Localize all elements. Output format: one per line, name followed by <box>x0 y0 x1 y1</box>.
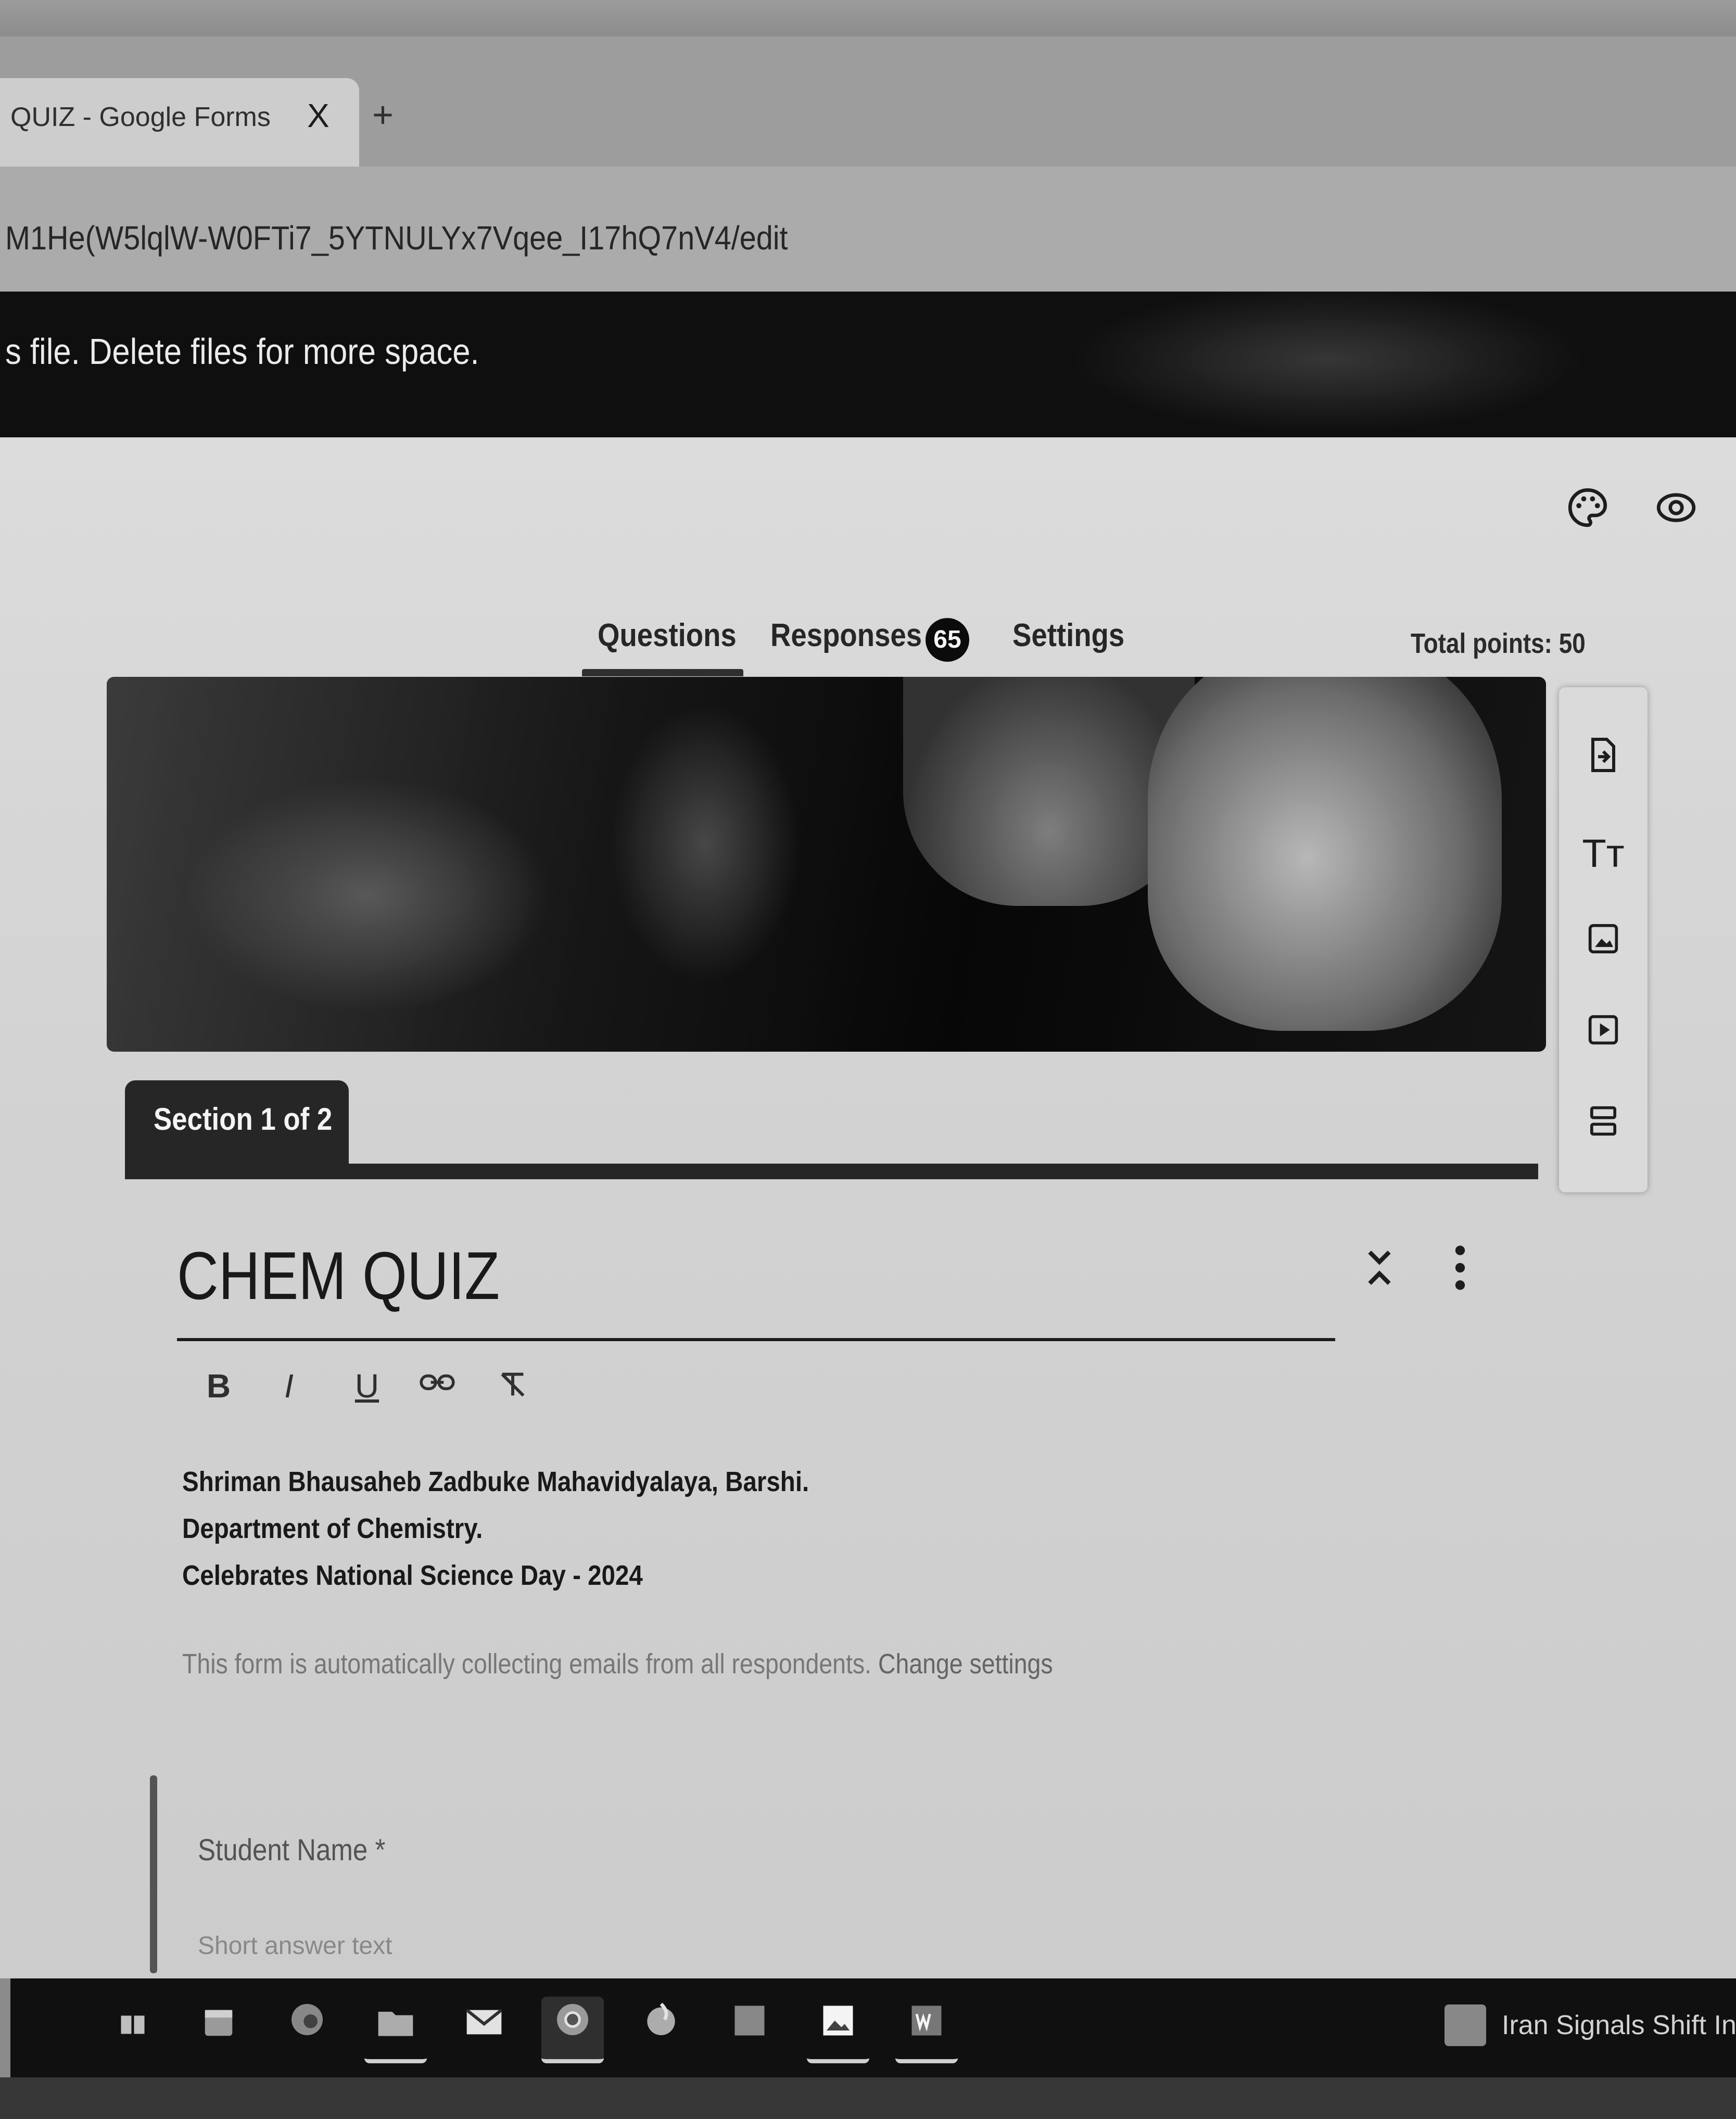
import-questions-icon[interactable] <box>1577 734 1629 786</box>
tab-close-icon[interactable]: X <box>307 96 330 135</box>
new-tab-button[interactable]: + <box>372 94 394 135</box>
form-header-image <box>107 677 1546 1052</box>
description-line-1: Shriman Bhausaheb Zadbuke Mahavidyalaya,… <box>182 1466 809 1497</box>
preview-eye-icon[interactable] <box>1653 484 1700 531</box>
email-collection-note: This form is automatically collecting em… <box>182 1648 1053 1680</box>
file-explorer-icon[interactable] <box>364 1997 427 2063</box>
add-video-icon[interactable] <box>1577 1010 1629 1062</box>
store-app-icon[interactable] <box>718 1997 781 2059</box>
tab-responses[interactable]: Responses <box>770 617 922 654</box>
flask-right-shape <box>1148 677 1502 1031</box>
firefox-browser-icon[interactable] <box>630 1997 692 2059</box>
add-image-icon[interactable] <box>1577 919 1629 971</box>
form-title[interactable]: CHEM QUIZ <box>177 1237 500 1315</box>
edge-browser-icon[interactable] <box>276 1997 338 2059</box>
total-points: Total points: 50 <box>1411 628 1586 659</box>
link-icon[interactable] <box>416 1367 458 1406</box>
short-answer-placeholder: Short answer text <box>198 1932 392 1960</box>
tab-settings[interactable]: Settings <box>1012 617 1124 654</box>
underline-button[interactable]: U <box>346 1367 388 1405</box>
photos-app-icon[interactable] <box>807 1997 869 2063</box>
news-widget-headline[interactable]: Iran Signals Shift In I <box>1502 2010 1736 2041</box>
palette-icon[interactable] <box>1564 484 1611 531</box>
tab-questions[interactable]: Questions <box>598 617 737 654</box>
section-label: Section 1 of 2 <box>154 1102 333 1137</box>
title-underline <box>177 1338 1335 1341</box>
monitor-left-bezel <box>0 1978 10 2077</box>
clear-formatting-icon[interactable] <box>492 1367 534 1411</box>
add-title-icon[interactable]: Tт <box>1577 828 1629 880</box>
word-app-icon[interactable] <box>895 1997 958 2063</box>
collapse-section-icon[interactable] <box>1364 1244 1395 1301</box>
storage-warning-text: s file. Delete files for more space. <box>5 331 479 372</box>
bold-button[interactable]: B <box>198 1367 239 1405</box>
chrome-browser-icon[interactable] <box>541 1997 604 2063</box>
change-settings-link[interactable]: Change settings <box>878 1648 1053 1680</box>
mail-app-icon[interactable] <box>453 1997 515 2059</box>
responses-count-badge: 65 <box>926 618 969 662</box>
active-tab-indicator <box>582 669 743 676</box>
news-thumbnail-icon[interactable] <box>1444 2004 1486 2046</box>
task-view-icon[interactable] <box>102 1997 164 2059</box>
add-section-icon[interactable] <box>1577 1101 1629 1153</box>
italic-button[interactable]: I <box>268 1367 310 1405</box>
address-bar-url[interactable]: M1He(W5lqlW-W0FTi7_5YTNULYx7Vqee_I17hQ7n… <box>5 219 788 257</box>
question-card-accent <box>150 1775 157 1973</box>
section-accent-bar <box>125 1164 1538 1179</box>
description-line-3: Celebrates National Science Day - 2024 <box>182 1560 643 1591</box>
browser-tab-title[interactable]: QUIZ - Google Forms <box>10 102 271 133</box>
calendar-app-icon[interactable] <box>187 1997 250 2059</box>
question-title[interactable]: Student Name * <box>198 1833 385 1868</box>
more-options-icon[interactable] <box>1452 1242 1468 1305</box>
description-line-2: Department of Chemistry. <box>182 1513 483 1544</box>
monitor-bottom-bezel <box>0 2077 1736 2119</box>
email-collection-text: This form is automatically collecting em… <box>182 1648 872 1680</box>
